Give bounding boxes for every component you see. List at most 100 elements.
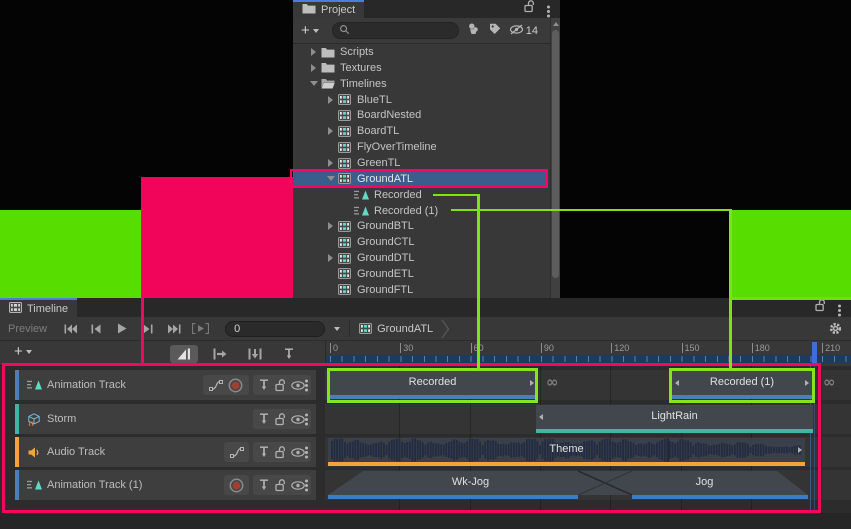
track-header-audio-track[interactable]: Audio Track: [15, 437, 316, 467]
tree-item-timelines[interactable]: Timelines: [293, 76, 548, 92]
timeline-end-marker[interactable]: [812, 342, 817, 364]
expand-arrow-icon[interactable]: [308, 64, 319, 72]
scroll-up-icon[interactable]: [553, 22, 559, 26]
project-scrollbar[interactable]: [550, 18, 560, 298]
search-by-label-icon[interactable]: [489, 22, 501, 40]
scrollbar-thumb[interactable]: [552, 30, 559, 278]
play-button[interactable]: [110, 320, 134, 338]
expand-arrow-icon[interactable]: [308, 81, 319, 86]
pin-icon[interactable]: [259, 446, 269, 458]
tree-item-label: GroundATL: [357, 173, 413, 185]
kebab-menu-icon[interactable]: [547, 0, 550, 18]
animation-clip-icon: [353, 206, 370, 216]
tree-item-groundetl[interactable]: GroundETL: [293, 266, 548, 282]
pin-icon[interactable]: [259, 413, 269, 425]
timeline-asset-icon: [336, 158, 353, 169]
curves-toggle-icon[interactable]: [230, 447, 244, 458]
project-tabbar: Project: [293, 0, 560, 18]
search-input[interactable]: [332, 22, 459, 39]
expand-arrow-icon[interactable]: [325, 96, 336, 104]
tree-item-bluetl[interactable]: BlueTL: [293, 92, 548, 108]
tab-project[interactable]: Project: [293, 0, 364, 18]
pin-icon[interactable]: [259, 479, 269, 491]
gear-icon[interactable]: [829, 322, 842, 335]
record-button[interactable]: [228, 378, 243, 393]
timeline-asset-icon: [336, 268, 353, 279]
expand-arrow-icon[interactable]: [325, 254, 336, 262]
expand-arrow-icon[interactable]: [325, 176, 336, 181]
breadcrumb[interactable]: GroundATL: [377, 323, 433, 335]
preview-toggle[interactable]: Preview: [8, 323, 47, 335]
tree-item-scripts[interactable]: Scripts: [293, 44, 548, 60]
frame-number-field[interactable]: 0: [225, 321, 325, 337]
expand-arrow-icon[interactable]: [325, 159, 336, 167]
pin-icon[interactable]: [259, 379, 269, 391]
kebab-menu-icon[interactable]: [301, 479, 311, 491]
expand-arrow-icon[interactable]: [325, 222, 336, 230]
folder-icon: [302, 3, 316, 17]
clip-color-stripe: [328, 395, 537, 399]
play-range-button[interactable]: [188, 320, 212, 338]
tree-item-groundbtl[interactable]: GroundBTL: [293, 218, 548, 234]
kebab-menu-icon[interactable]: [301, 446, 311, 458]
hidden-count-toggle[interactable]: 14: [509, 22, 538, 40]
ripple-mode-button[interactable]: [206, 345, 234, 363]
add-track-button[interactable]: +: [14, 343, 32, 360]
marker-pin-button[interactable]: [279, 345, 299, 363]
lock-icon[interactable]: [524, 0, 535, 18]
tab-timeline[interactable]: Timeline: [0, 298, 77, 317]
track-header-storm[interactable]: {}Storm: [15, 404, 316, 434]
kebab-menu-icon[interactable]: [301, 379, 311, 391]
lock-icon[interactable]: [275, 413, 286, 426]
go-to-end-button[interactable]: [162, 320, 186, 338]
clip-theme[interactable]: Theme: [328, 438, 805, 466]
tree-item-greentl[interactable]: GreenTL: [293, 155, 548, 171]
tree-item-flyovertimeline[interactable]: FlyOverTimeline: [293, 139, 548, 155]
timeline-tab-label: Timeline: [27, 303, 68, 315]
clip-recorded[interactable]: Recorded: [328, 371, 537, 399]
tree-item-recorded-1[interactable]: Recorded (1): [293, 203, 548, 219]
clip-crossfade[interactable]: [578, 471, 632, 495]
clip-trim-handle-l[interactable]: [539, 414, 543, 420]
previous-frame-button[interactable]: [84, 320, 108, 338]
tree-item-boardtl[interactable]: BoardTL: [293, 123, 548, 139]
mix-mode-button[interactable]: [170, 345, 198, 363]
curves-toggle-icon[interactable]: [209, 380, 223, 391]
tree-item-groundctl[interactable]: GroundCTL: [293, 234, 548, 250]
lock-icon[interactable]: [275, 479, 286, 492]
lock-icon[interactable]: [815, 299, 826, 317]
expand-arrow-icon[interactable]: [325, 127, 336, 135]
track-options-group: [224, 475, 249, 495]
timeline-asset-icon: [336, 284, 353, 295]
frame-options-dropdown-icon[interactable]: [334, 327, 340, 331]
expand-arrow-icon[interactable]: [308, 48, 319, 56]
infinity-loop-icon: ∞: [546, 373, 559, 391]
clip-recorded-1[interactable]: Recorded (1): [672, 371, 812, 399]
timeline-ruler[interactable]: 0306090120150180210: [325, 341, 851, 366]
create-asset-button[interactable]: +: [301, 22, 319, 39]
lock-icon[interactable]: [275, 379, 286, 392]
track-header-animation-track-1[interactable]: Animation Track (1): [15, 470, 316, 500]
next-frame-button[interactable]: [136, 320, 160, 338]
lock-icon[interactable]: [275, 446, 286, 459]
tree-item-recorded[interactable]: Recorded: [293, 187, 548, 203]
tree-item-groundftl[interactable]: GroundFTL: [293, 282, 548, 298]
clip-wk-jog[interactable]: Wk-Jog: [363, 471, 578, 499]
clip-trim-handle-r[interactable]: [798, 447, 802, 453]
go-to-start-button[interactable]: [58, 320, 82, 338]
clip-trim-handle-r[interactable]: [530, 380, 534, 386]
search-by-type-icon[interactable]: [467, 22, 480, 40]
record-button[interactable]: [229, 478, 244, 493]
kebab-menu-icon[interactable]: [301, 413, 311, 425]
replace-mode-button[interactable]: [241, 345, 268, 363]
clip-trim-handle-l[interactable]: [675, 380, 679, 386]
tree-item-textures[interactable]: Textures: [293, 60, 548, 76]
tree-item-groundatl[interactable]: GroundATL: [293, 171, 548, 187]
clip-trim-handle-r[interactable]: [805, 380, 809, 386]
tree-item-boardnested[interactable]: BoardNested: [293, 107, 548, 123]
clip-jog[interactable]: Jog: [632, 471, 777, 499]
tree-item-grounddtl[interactable]: GroundDTL: [293, 250, 548, 266]
clip-lightrain[interactable]: LightRain: [536, 405, 813, 433]
kebab-menu-icon[interactable]: [838, 299, 841, 317]
track-header-animation-track[interactable]: Animation Track: [15, 370, 316, 400]
